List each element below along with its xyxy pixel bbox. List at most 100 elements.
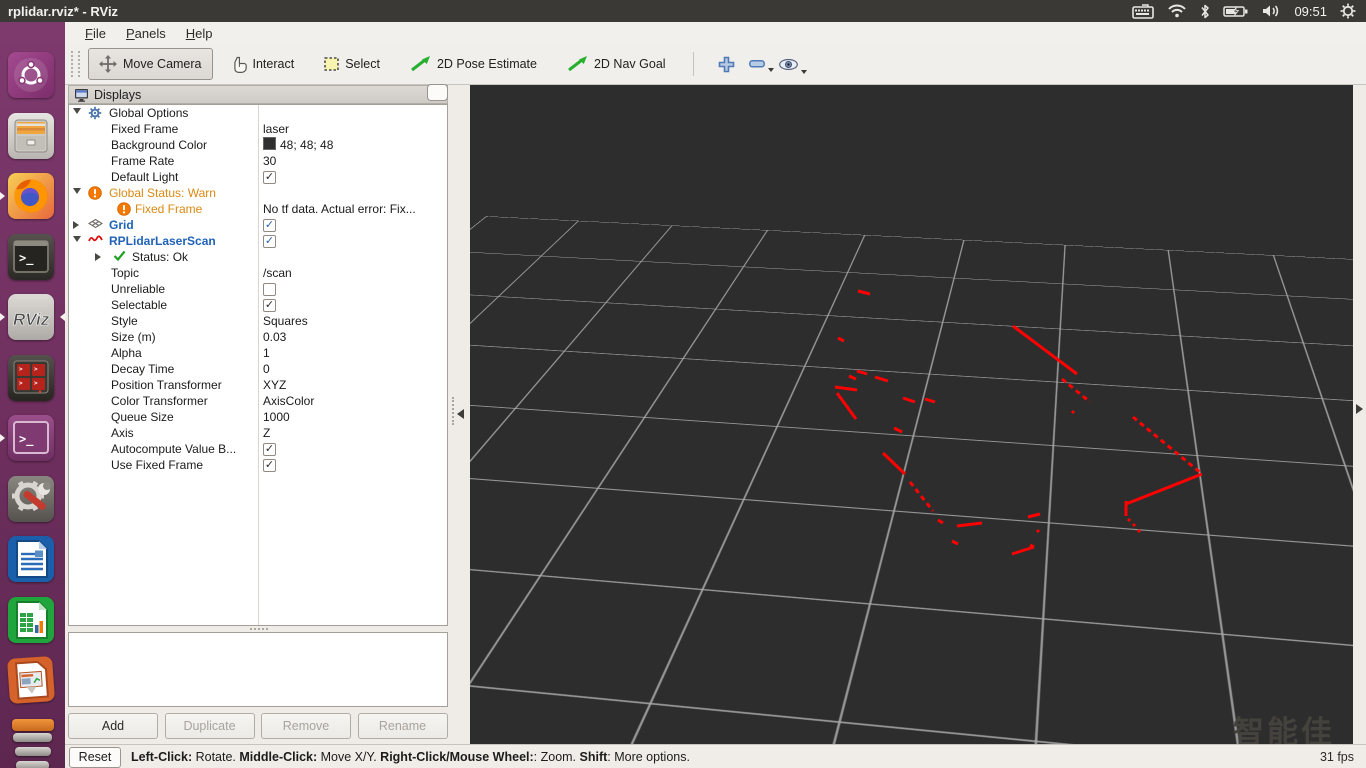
expander-icon[interactable] <box>73 188 81 194</box>
launcher-libreoffice-writer[interactable] <box>8 536 54 582</box>
tree-row-grid[interactable]: Grid✓ <box>69 217 447 233</box>
expander-icon[interactable] <box>73 108 81 114</box>
property-value[interactable]: XYZ <box>263 377 286 393</box>
dropdown-caret-icon[interactable] <box>801 70 807 74</box>
tree-row-queue-size[interactable]: Queue Size1000 <box>69 409 447 425</box>
dropdown-caret-icon[interactable] <box>768 68 774 72</box>
expand-right-icon[interactable] <box>1356 404 1363 414</box>
menu-panels[interactable]: Panels <box>118 24 174 43</box>
keyboard-icon[interactable] <box>1132 4 1154 19</box>
expander-icon[interactable] <box>95 253 101 261</box>
launcher-system-tools[interactable] <box>8 476 54 522</box>
check-ok-icon <box>113 250 126 261</box>
checkbox-use-fixed-frame[interactable]: ✓ <box>263 459 276 472</box>
expander-icon[interactable] <box>73 221 79 229</box>
clock-text[interactable]: 09:51 <box>1294 4 1327 19</box>
property-value[interactable]: Z <box>263 425 270 441</box>
tree-row-color-transformer[interactable]: Color TransformerAxisColor <box>69 393 447 409</box>
checkbox-rplidarlaserscan[interactable]: ✓ <box>263 235 276 248</box>
tree-row-selectable[interactable]: Selectable✓ <box>69 297 447 313</box>
launcher-folded-item[interactable] <box>16 761 49 768</box>
launcher-ubuntu-dash[interactable] <box>8 52 54 98</box>
tree-row-fixed-frame[interactable]: Fixed FrameNo tf data. Actual error: Fix… <box>69 201 447 217</box>
checkbox-grid[interactable]: ✓ <box>263 219 276 232</box>
add-button[interactable]: Add <box>68 713 158 739</box>
property-value[interactable]: 1000 <box>263 409 290 425</box>
tree-row-rplidarlaserscan[interactable]: RPLidarLaserScan✓ <box>69 233 447 249</box>
launcher-terminator[interactable]: >>>> <box>8 355 54 401</box>
tree-row-fixed-frame[interactable]: Fixed Framelaser <box>69 121 447 137</box>
tree-row-default-light[interactable]: Default Light✓ <box>69 169 447 185</box>
tool-interact[interactable]: Interact <box>221 49 306 80</box>
zoom-out-tool[interactable] <box>749 60 765 68</box>
property-value[interactable]: No tf data. Actual error: Fix... <box>263 201 416 217</box>
focus-camera-tool[interactable] <box>779 59 798 70</box>
property-value[interactable]: 0.03 <box>263 329 286 345</box>
tree-row-global-options[interactable]: Global Options <box>69 105 447 121</box>
tool-move-camera[interactable]: Move Camera <box>88 48 213 80</box>
render-viewport-3d[interactable]: 智能佳 <box>470 85 1353 744</box>
checkbox-autocompute-value-b[interactable]: ✓ <box>263 443 276 456</box>
right-splitter[interactable] <box>1353 85 1366 744</box>
expander-icon[interactable] <box>73 236 81 242</box>
reset-button[interactable]: Reset <box>69 747 121 768</box>
tree-row-size-m[interactable]: Size (m)0.03 <box>69 329 447 345</box>
tree-row-style[interactable]: StyleSquares <box>69 313 447 329</box>
checkbox-unreliable[interactable] <box>263 283 276 296</box>
property-value[interactable]: laser <box>263 121 289 137</box>
collapse-left-icon[interactable] <box>457 409 464 419</box>
laserscan-icon <box>88 234 103 244</box>
launcher-terminal-dark[interactable]: >_ <box>8 234 54 280</box>
tool-select[interactable]: Select <box>313 50 391 78</box>
volume-icon[interactable] <box>1261 4 1281 18</box>
menu-file[interactable]: File <box>77 24 114 43</box>
launcher-rviz[interactable]: RViz <box>8 294 54 340</box>
launcher-libreoffice-impress[interactable] <box>7 656 55 704</box>
wifi-icon[interactable] <box>1167 4 1187 18</box>
launcher-firefox[interactable] <box>8 173 54 219</box>
launcher-folded-item[interactable] <box>12 719 54 731</box>
toolbar-drag-handle[interactable] <box>71 51 80 77</box>
bluetooth-icon[interactable] <box>1200 4 1210 19</box>
tree-row-global-status-warn[interactable]: Global Status: Warn <box>69 185 447 201</box>
launcher-terminal-purple[interactable]: >_ <box>8 415 54 461</box>
property-value[interactable]: /scan <box>263 265 292 281</box>
tree-row-decay-time[interactable]: Decay Time0 <box>69 361 447 377</box>
zoom-in-tool[interactable] <box>718 56 735 73</box>
battery-icon[interactable] <box>1223 5 1248 18</box>
tree-row-unreliable[interactable]: Unreliable <box>69 281 447 297</box>
property-label: Topic <box>111 265 139 281</box>
tree-row-background-color[interactable]: Background Color48; 48; 48 <box>69 137 447 153</box>
property-value[interactable]: 0 <box>263 361 270 377</box>
launcher-folded-item[interactable] <box>13 733 52 742</box>
tool-2d-nav-goal[interactable]: 2D Nav Goal <box>556 49 677 79</box>
tool-2d-pose-estimate[interactable]: 2D Pose Estimate <box>399 49 548 79</box>
displays-panel-title: Displays <box>94 88 141 102</box>
checkbox-default-light[interactable]: ✓ <box>263 171 276 184</box>
scan-segment <box>1013 326 1077 374</box>
menu-help[interactable]: Help <box>178 24 221 43</box>
power-gear-icon[interactable] <box>1340 3 1356 19</box>
launcher-files[interactable] <box>8 113 54 159</box>
tree-row-autocompute-value-b[interactable]: Autocompute Value B...✓ <box>69 441 447 457</box>
left-splitter[interactable] <box>448 85 470 744</box>
tree-row-status-ok[interactable]: Status: Ok <box>69 249 447 265</box>
tree-row-position-transformer[interactable]: Position TransformerXYZ <box>69 377 447 393</box>
help-run: Left-Click: <box>131 750 192 764</box>
launcher-folded-item[interactable] <box>15 747 51 756</box>
tree-row-frame-rate[interactable]: Frame Rate30 <box>69 153 447 169</box>
property-value[interactable]: 1 <box>263 345 270 361</box>
displays-panel-header[interactable]: Displays <box>68 85 448 104</box>
property-value[interactable]: 48; 48; 48 <box>263 137 333 153</box>
tree-row-topic[interactable]: Topic/scan <box>69 265 447 281</box>
tree-row-use-fixed-frame[interactable]: Use Fixed Frame✓ <box>69 457 447 473</box>
property-value[interactable]: AxisColor <box>263 393 314 409</box>
green-arrow-icon <box>567 56 588 72</box>
launcher-libreoffice-calc[interactable] <box>8 597 54 643</box>
tree-row-axis[interactable]: AxisZ <box>69 425 447 441</box>
property-value[interactable]: Squares <box>263 313 308 329</box>
property-value[interactable]: 30 <box>263 153 276 169</box>
checkbox-selectable[interactable]: ✓ <box>263 299 276 312</box>
panel-float-button[interactable] <box>427 84 448 101</box>
tree-row-alpha[interactable]: Alpha1 <box>69 345 447 361</box>
